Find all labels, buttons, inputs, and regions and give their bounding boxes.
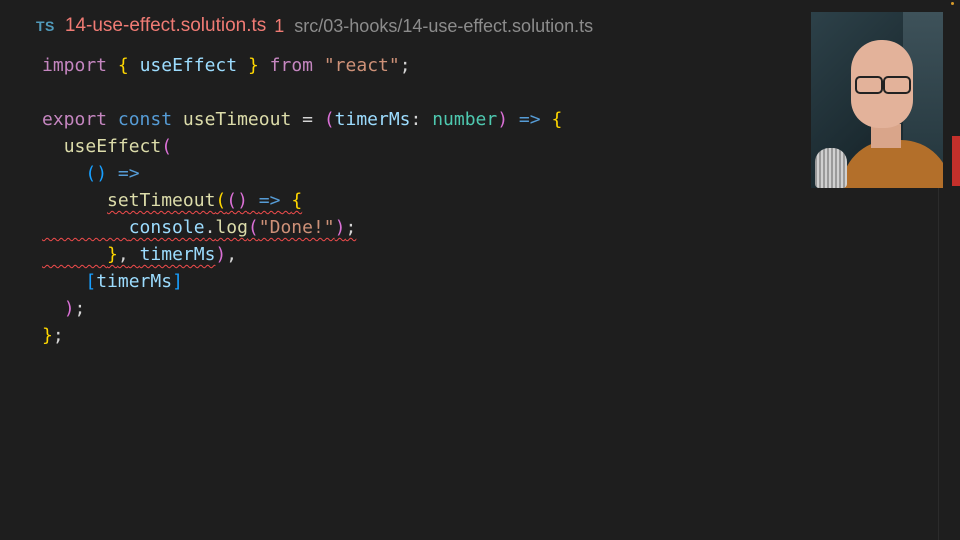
code-line-8: }, timerMs), bbox=[107, 244, 238, 265]
code-line-11: }; bbox=[42, 325, 64, 346]
editor-tab-bar: TS 14-use-effect.solution.ts 1 src/03-ho… bbox=[0, 0, 800, 52]
code-line-3: export const useTimeout = (timerMs: numb… bbox=[42, 109, 563, 130]
overview-ruler-error-marker bbox=[952, 136, 960, 186]
code-editor[interactable]: import { useEffect } from "react"; expor… bbox=[42, 52, 562, 349]
typescript-file-icon: TS bbox=[36, 18, 55, 34]
code-line-1: import { useEffect } from "react"; bbox=[42, 55, 411, 76]
code-line-7: console.log("Done!"); bbox=[128, 217, 357, 238]
microphone-icon bbox=[815, 148, 847, 188]
code-line-5: () => bbox=[85, 163, 140, 184]
code-line-9: [timerMs] bbox=[85, 271, 183, 292]
overview-ruler-warning-marker bbox=[951, 2, 954, 5]
code-line-6: setTimeout(() => { bbox=[107, 190, 303, 211]
code-line-10: ); bbox=[63, 298, 86, 319]
problem-count-badge: 1 bbox=[274, 15, 285, 36]
glasses-icon bbox=[851, 76, 913, 94]
code-line-4: useEffect( bbox=[63, 136, 173, 157]
breadcrumb-path[interactable]: src/03-hooks/14-use-effect.solution.ts bbox=[294, 16, 593, 37]
editor-scrollbar-track[interactable] bbox=[938, 188, 939, 540]
webcam-overlay bbox=[811, 12, 943, 188]
tab-file-name[interactable]: 14-use-effect.solution.ts bbox=[65, 15, 266, 37]
